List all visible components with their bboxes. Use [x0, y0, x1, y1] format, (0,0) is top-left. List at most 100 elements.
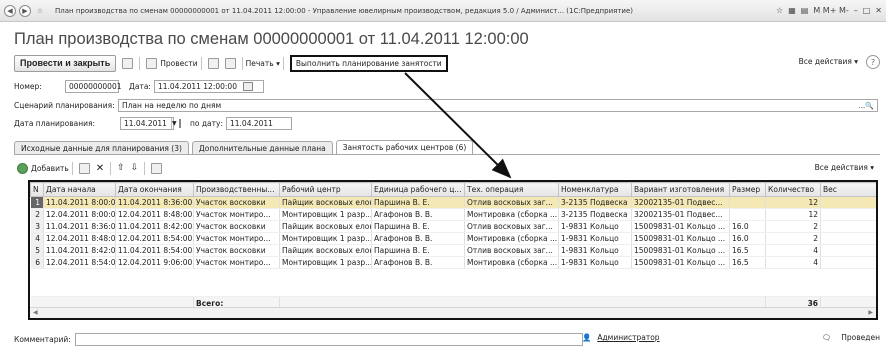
- column-header[interactable]: Дата начала: [43, 182, 116, 197]
- cell[interactable]: Пайщик восковых елок: [279, 196, 372, 209]
- print-button[interactable]: Печать ▾: [246, 59, 280, 68]
- minimize-icon[interactable]: –: [854, 6, 858, 15]
- calendar-icon[interactable]: [178, 119, 181, 128]
- column-header[interactable]: Рабочий центр: [279, 182, 372, 197]
- cell[interactable]: Паршина В. Е.: [371, 196, 465, 209]
- comment-input[interactable]: [74, 332, 583, 346]
- close-icon[interactable]: ✕: [875, 6, 882, 15]
- table-all-actions-menu[interactable]: Все действия ▾: [815, 163, 874, 172]
- column-header[interactable]: N: [30, 182, 44, 197]
- cell[interactable]: Пайщик восковых елок: [279, 244, 372, 257]
- column-header[interactable]: Производственны...: [193, 182, 280, 197]
- memory-buttons[interactable]: M M+ M-: [813, 6, 848, 15]
- plan-date-from-field[interactable]: 11.04.2011 ▼: [120, 117, 181, 130]
- cell[interactable]: Агафонов В. В.: [371, 256, 465, 269]
- cell[interactable]: 15009831-01 Кольцо ...: [631, 220, 730, 233]
- cell[interactable]: 16.0: [729, 232, 766, 245]
- cell[interactable]: Участок восковки: [193, 244, 280, 257]
- cell[interactable]: 3-2135 Подвеска: [558, 208, 632, 221]
- cell[interactable]: 15009831-01 Кольцо ...: [631, 244, 730, 257]
- cell[interactable]: Паршина В. Е.: [371, 244, 465, 257]
- cell[interactable]: Паршина В. Е.: [371, 220, 465, 233]
- horizontal-scrollbar[interactable]: ◀ ▶: [30, 307, 876, 318]
- cell[interactable]: [820, 208, 876, 221]
- cell[interactable]: Монтировщик 1 разр...: [279, 208, 372, 221]
- delete-icon[interactable]: ✕: [96, 163, 104, 174]
- cell[interactable]: 11.04.2011 8:36:00: [115, 196, 194, 209]
- cell[interactable]: Монтировщик 1 разр...: [279, 232, 372, 245]
- cell[interactable]: 16.0: [729, 220, 766, 233]
- help-icon[interactable]: ?: [866, 55, 880, 69]
- cell[interactable]: 1-9831 Кольцо: [558, 232, 632, 245]
- cell[interactable]: [729, 196, 766, 209]
- cell[interactable]: 16.5: [729, 244, 766, 257]
- post-button[interactable]: Провести: [143, 57, 198, 69]
- scenario-field[interactable]: План на неделю по дням ...🔍: [118, 99, 878, 112]
- cell[interactable]: 4: [765, 256, 821, 269]
- cell[interactable]: 12.04.2011 8:48:00: [115, 208, 194, 221]
- cell[interactable]: 12.04.2011 8:00:00: [43, 208, 116, 221]
- cell[interactable]: [820, 244, 876, 257]
- tab-additional-data[interactable]: Дополнительные данные плана: [191, 141, 333, 154]
- cell[interactable]: 12: [765, 208, 821, 221]
- cell[interactable]: Участок монтиро...: [193, 208, 280, 221]
- cell[interactable]: 11.04.2011 8:42:00: [43, 244, 116, 257]
- back-icon[interactable]: ◀: [4, 4, 16, 17]
- cell[interactable]: Монтировка (сборка ...: [464, 232, 559, 245]
- cell[interactable]: 1-9831 Кольцо: [558, 256, 632, 269]
- plan-date-to-field[interactable]: 11.04.2011: [226, 117, 292, 130]
- add-row-button[interactable]: Добавить: [14, 162, 69, 174]
- cell[interactable]: Агафонов В. В.: [371, 232, 465, 245]
- cell[interactable]: 12.04.2011 9:06:00: [115, 256, 194, 269]
- cell[interactable]: 4: [765, 244, 821, 257]
- cell[interactable]: Отлив восковых заг...: [464, 220, 559, 233]
- cell[interactable]: 32002135-01 Подвес...: [631, 196, 730, 209]
- date-field[interactable]: 11.04.2011 12:00:00: [153, 80, 264, 93]
- cell[interactable]: [820, 196, 876, 209]
- favorites-icon[interactable]: ☆: [776, 6, 783, 15]
- cell[interactable]: Отлив восковых заг...: [464, 196, 559, 209]
- table-row[interactable]: 3 11.04.2011 8:36:00 11.04.2011 8:42:00 …: [30, 220, 876, 233]
- cell[interactable]: Участок монтиро...: [193, 256, 280, 269]
- forward-icon[interactable]: ▶: [19, 4, 31, 17]
- cell[interactable]: Участок монтиро...: [193, 232, 280, 245]
- save-icon[interactable]: [122, 57, 134, 69]
- cell[interactable]: 1-9831 Кольцо: [558, 244, 632, 257]
- maximize-icon[interactable]: □: [863, 6, 871, 15]
- scroll-right-icon[interactable]: ▶: [868, 309, 873, 316]
- cell[interactable]: Агафонов В. В.: [371, 208, 465, 221]
- move-down-icon[interactable]: ⇩: [131, 163, 139, 173]
- cell[interactable]: 4: [30, 232, 44, 245]
- column-header[interactable]: Единица рабочего ц...: [371, 182, 465, 197]
- cell[interactable]: Участок восковки: [193, 196, 280, 209]
- cell[interactable]: Монтировщик 1 разр...: [279, 256, 372, 269]
- column-header[interactable]: Вариант изготовления: [631, 182, 730, 197]
- cell[interactable]: 15009831-01 Кольцо ...: [631, 256, 730, 269]
- cell[interactable]: 5: [30, 244, 44, 257]
- cell[interactable]: Монтировка (сборка ...: [464, 256, 559, 269]
- cell[interactable]: 11.04.2011 8:42:00: [115, 220, 194, 233]
- cell[interactable]: 12.04.2011 8:54:00: [43, 256, 116, 269]
- cell[interactable]: 2: [30, 208, 44, 221]
- calendar-icon[interactable]: ▦: [788, 6, 796, 15]
- number-field[interactable]: 00000000001: [65, 80, 122, 93]
- cell[interactable]: 11.04.2011 8:00:00: [43, 196, 116, 209]
- cell[interactable]: 11.04.2011 8:54:00: [115, 244, 194, 257]
- scroll-left-icon[interactable]: ◀: [33, 309, 38, 316]
- column-header[interactable]: Дата окончания: [115, 182, 194, 197]
- column-header[interactable]: Количество: [765, 182, 821, 197]
- author-link[interactable]: Администратор: [597, 333, 659, 342]
- cell[interactable]: 1-9831 Кольцо: [558, 220, 632, 233]
- cell[interactable]: [820, 256, 876, 269]
- tab-workcenter-load[interactable]: Занятость рабочих центров (6): [335, 140, 474, 154]
- column-header[interactable]: Тех. операция: [464, 182, 559, 197]
- post-and-close-button[interactable]: Провести и закрыть: [14, 54, 117, 72]
- cell[interactable]: 12.04.2011 8:48:00: [43, 232, 116, 245]
- table-row[interactable]: 4 12.04.2011 8:48:00 12.04.2011 8:54:00 …: [30, 232, 876, 245]
- cell[interactable]: 1: [30, 196, 44, 209]
- cell[interactable]: [820, 232, 876, 245]
- table-row[interactable]: 2 12.04.2011 8:00:00 12.04.2011 8:48:00 …: [30, 208, 876, 221]
- cell[interactable]: 16.5: [729, 256, 766, 269]
- cell[interactable]: 3-2135 Подвеска: [558, 196, 632, 209]
- structure-icon[interactable]: [207, 57, 219, 69]
